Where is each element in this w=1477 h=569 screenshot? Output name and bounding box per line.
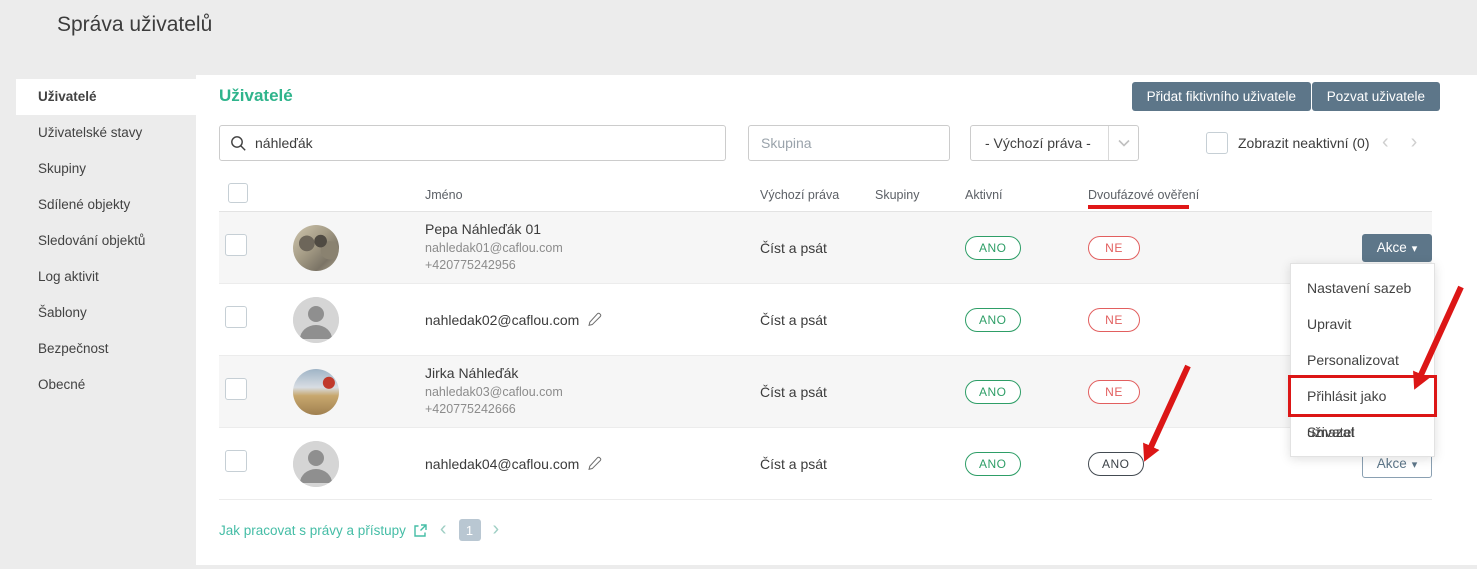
twofa-badge: NE: [1088, 380, 1140, 404]
sidebar-item-uzivatele[interactable]: Uživatelé: [16, 79, 196, 115]
user-rights: Číst a psát: [751, 456, 866, 472]
sidebar-item-sablony[interactable]: Šablony: [0, 295, 196, 331]
avatar: [293, 297, 339, 343]
page-number[interactable]: 1: [459, 519, 481, 541]
table-row: Pepa Náhleďák 01 nahledak01@caflou.com +…: [219, 212, 1432, 284]
chevron-right-icon[interactable]: ›: [493, 518, 500, 540]
search-icon: [230, 135, 247, 152]
user-email: nahledak01@caflou.com: [425, 240, 751, 257]
users-table: Jméno Výchozí práva Skupiny Aktivní Dvou…: [219, 178, 1432, 500]
chevron-left-icon[interactable]: ‹: [1382, 131, 1389, 153]
sidebar-item-obecne[interactable]: Obecné: [0, 367, 196, 403]
invite-user-button[interactable]: Pozvat uživatele: [1312, 82, 1440, 111]
chevron-left-icon[interactable]: ‹: [440, 518, 447, 540]
active-badge: ANO: [965, 236, 1021, 260]
row-checkbox[interactable]: [225, 234, 247, 256]
user-email: nahledak03@caflou.com: [425, 384, 751, 401]
sidebar-item-log-aktivit[interactable]: Log aktivit: [0, 259, 196, 295]
user-name: Jirka Náhleďák: [425, 365, 751, 381]
sidebar-item-bezpecnost[interactable]: Bezpečnost: [0, 331, 196, 367]
content-panel: Uživatelé Přidat fiktivního uživatele Po…: [196, 75, 1477, 565]
sidebar: Uživatelé Uživatelské stavy Skupiny Sdíl…: [0, 79, 196, 403]
user-email: nahledak04@caflou.com: [425, 456, 579, 472]
active-badge: ANO: [965, 380, 1021, 404]
user-management-page: { "app": { "title": "Správa uživatelů" }…: [0, 0, 1477, 569]
user-email: nahledak02@caflou.com: [425, 312, 579, 328]
person-icon: [293, 297, 339, 343]
external-link-icon: [413, 523, 428, 538]
menu-item-personalizovat[interactable]: Personalizovat: [1291, 342, 1434, 378]
user-phone: +420775242666: [425, 401, 751, 418]
chevron-right-icon[interactable]: ›: [1411, 131, 1418, 153]
page-title: Správa uživatelů: [57, 13, 212, 37]
sidebar-item-uzivatelske-stavy[interactable]: Uživatelské stavy: [0, 115, 196, 151]
user-name: Pepa Náhleďák 01: [425, 221, 751, 237]
user-rights: Číst a psát: [751, 240, 866, 256]
row-checkbox[interactable]: [225, 306, 247, 328]
pencil-icon[interactable]: [587, 312, 602, 327]
help-link[interactable]: Jak pracovat s právy a přístupy: [219, 523, 428, 538]
search-box: [219, 125, 726, 161]
menu-item-upravit[interactable]: Upravit: [1291, 306, 1434, 342]
show-inactive-label: Zobrazit neaktivní (0): [1238, 135, 1370, 151]
avatar: [293, 369, 339, 415]
twofa-badge: NE: [1088, 236, 1140, 260]
sidebar-item-skupiny[interactable]: Skupiny: [0, 151, 196, 187]
actions-dropdown-menu: Nastavení sazeb Upravit Personalizovat P…: [1290, 263, 1435, 457]
avatar: [293, 225, 339, 271]
person-icon: [293, 441, 339, 487]
table-row: Jirka Náhleďák nahledak03@caflou.com +42…: [219, 356, 1432, 428]
sidebar-item-sdilene-objekty[interactable]: Sdílené objekty: [0, 187, 196, 223]
row-actions-button[interactable]: Akce▾: [1362, 234, 1432, 262]
twofa-badge: ANO: [1088, 452, 1144, 476]
chevron-down-icon: [1108, 126, 1138, 160]
search-input[interactable]: [255, 135, 725, 151]
show-inactive-wrap: Zobrazit neaktivní (0): [1206, 132, 1370, 154]
column-header-twofa: Dvoufázové ověření: [1076, 188, 1226, 202]
table-header-row: Jméno Výchozí práva Skupiny Aktivní Dvou…: [219, 178, 1432, 212]
top-pagination: ‹ ›: [1382, 131, 1446, 153]
table-footer: Jak pracovat s právy a přístupy ‹ 1 ›: [219, 519, 499, 541]
menu-item-nastaveni-sazeb[interactable]: Nastavení sazeb: [1291, 270, 1434, 306]
table-row: nahledak04@caflou.com Číst a psát ANO AN…: [219, 428, 1432, 500]
column-header-groups: Skupiny: [866, 188, 956, 202]
row-checkbox[interactable]: [225, 378, 247, 400]
user-rights: Číst a psát: [751, 312, 866, 328]
user-phone: +420775242956: [425, 257, 751, 274]
table-row: nahledak02@caflou.com Číst a psát ANO NE: [219, 284, 1432, 356]
default-rights-select[interactable]: - Výchozí práva -: [970, 125, 1139, 161]
twofa-badge: NE: [1088, 308, 1140, 332]
user-rights: Číst a psát: [751, 384, 866, 400]
active-badge: ANO: [965, 452, 1021, 476]
active-badge: ANO: [965, 308, 1021, 332]
pencil-icon[interactable]: [587, 456, 602, 471]
caret-down-icon: ▾: [1412, 243, 1418, 255]
group-filter-input[interactable]: [748, 125, 950, 161]
caret-down-icon: ▾: [1412, 459, 1418, 471]
annotation-red-underline: [1088, 205, 1189, 209]
add-fictional-user-button[interactable]: Přidat fiktivního uživatele: [1132, 82, 1311, 111]
column-header-name: Jméno: [416, 188, 751, 202]
show-inactive-checkbox[interactable]: [1206, 132, 1228, 154]
row-checkbox[interactable]: [225, 450, 247, 472]
column-header-rights: Výchozí práva: [751, 188, 866, 202]
sidebar-item-sledovani-objektu[interactable]: Sledování objektů: [0, 223, 196, 259]
select-all-checkbox[interactable]: [228, 183, 248, 203]
default-rights-selected-value: - Výchozí práva -: [971, 135, 1108, 151]
menu-item-prihlasit-jako-uzivatel[interactable]: Přihlásit jako uživatel: [1291, 378, 1434, 414]
section-heading: Uživatelé: [219, 86, 293, 106]
column-header-active: Aktivní: [956, 188, 1076, 202]
avatar: [293, 441, 339, 487]
